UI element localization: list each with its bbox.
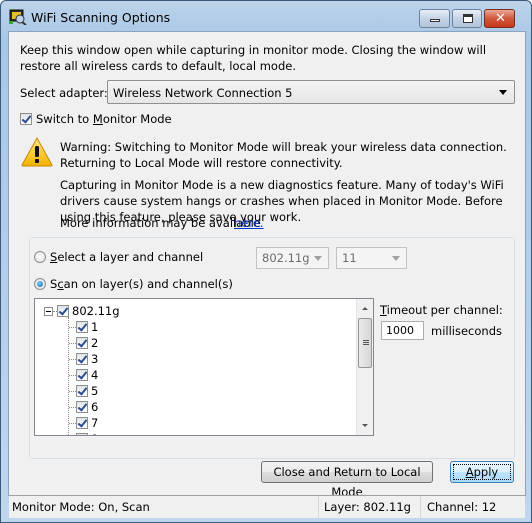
focus-rect (453, 464, 511, 480)
chevron-down-icon (499, 90, 507, 95)
adapter-select-value: Wireless Network Connection 5 (113, 86, 293, 100)
tree-connector (69, 343, 76, 344)
tree-connector (69, 375, 76, 376)
timeout-unit-label: milliseconds (431, 324, 502, 338)
maximize-button[interactable] (452, 9, 482, 28)
layer-select[interactable]: 802.11g (256, 247, 329, 269)
channel-checkbox[interactable] (76, 385, 88, 397)
status-divider (420, 496, 421, 518)
tree-connector (69, 359, 76, 360)
label-text: onitor Mode (102, 112, 172, 126)
close-return-local-button[interactable]: Close and Return to Local Mode (261, 461, 433, 499)
timeout-label: Timeout per channel: (380, 303, 503, 317)
monitor-mode-checkbox[interactable] (20, 113, 32, 125)
channel-checkbox[interactable] (76, 369, 88, 381)
warning-icon (21, 137, 53, 167)
channel-checkbox[interactable] (76, 433, 88, 435)
grip-icon (363, 342, 369, 343)
channel-checkbox[interactable] (76, 401, 88, 413)
wifi-scanning-options-window: WiFi Scanning Options ✕ Keep this window… (0, 0, 532, 523)
intro-text: Keep this window open while capturing in… (20, 43, 487, 73)
channel-label[interactable]: 6 (91, 399, 98, 415)
tree-connector (69, 391, 76, 392)
maximize-icon (463, 14, 473, 23)
status-layer: Layer: 802.11g (324, 500, 411, 514)
channel-checkbox[interactable] (76, 337, 88, 349)
network-monitor-icon (9, 9, 27, 25)
grip-icon (363, 344, 369, 345)
close-icon: ✕ (495, 11, 506, 26)
channel-checkbox[interactable] (76, 321, 88, 333)
scroll-down-icon[interactable] (362, 424, 368, 427)
label-text: imeout per channel: (386, 303, 503, 317)
grip-icon (363, 340, 369, 341)
status-divider (318, 496, 319, 518)
channel-label[interactable]: 1 (91, 319, 98, 335)
warning-text: Warning: Switching to Monitor Mode will … (60, 140, 507, 170)
tree-connector (68, 317, 69, 435)
more-info-link[interactable]: here. (234, 216, 264, 230)
channel-label[interactable]: 4 (91, 367, 98, 383)
adapter-select[interactable]: Wireless Network Connection 5 (107, 80, 515, 104)
accelerator-key: T (380, 303, 387, 317)
channel-checkbox[interactable] (76, 353, 88, 365)
collapse-icon[interactable] (44, 307, 53, 316)
label-text: elect a layer and channel (57, 250, 204, 264)
tree-root-label[interactable]: 802.11g (72, 303, 120, 319)
layer-select-value: 802.11g (262, 251, 310, 265)
scroll-up-icon[interactable] (362, 307, 368, 310)
accelerator-key: M (92, 112, 103, 126)
tree-connector (69, 327, 76, 328)
tree-connector (69, 407, 76, 408)
chevron-down-icon (392, 256, 400, 261)
status-channel: Channel: 12 (427, 500, 497, 514)
label-text: Switch to (36, 112, 93, 126)
select-layer-radio[interactable] (34, 251, 46, 263)
close-window-button[interactable]: ✕ (484, 9, 515, 28)
channel-select-value: 11 (342, 251, 357, 265)
channel-checkbox[interactable] (76, 417, 88, 429)
scan-radio[interactable] (34, 278, 46, 290)
title-bar[interactable]: WiFi Scanning Options ✕ (1, 1, 531, 31)
status-mode: Monitor Mode: On, Scan (12, 500, 150, 514)
tree-scrollbar[interactable] (356, 299, 373, 435)
status-bar: Monitor Mode: On, Scan Layer: 802.11g Ch… (9, 495, 525, 518)
monitor-mode-label[interactable]: Switch to Monitor Mode (36, 112, 172, 126)
channel-label[interactable]: 3 (91, 351, 98, 367)
minimize-button[interactable] (419, 9, 450, 28)
more-info-text: More information may be available (60, 216, 261, 230)
scrollbar-thumb[interactable] (358, 318, 372, 368)
dialog-body: Keep this window open while capturing in… (8, 31, 526, 518)
label-text: an on layer(s) and channel(s) (63, 277, 233, 291)
tree-connector (69, 423, 76, 424)
apply-button[interactable]: Apply (450, 461, 514, 483)
channel-label[interactable]: 7 (91, 415, 98, 431)
tree-root-checkbox[interactable] (57, 305, 69, 317)
scan-label[interactable]: Scan on layer(s) and channel(s) (50, 277, 233, 291)
window-title: WiFi Scanning Options (31, 10, 171, 25)
channel-tree[interactable]: 802.11g 12345678 (34, 298, 374, 436)
minimize-icon (430, 19, 440, 22)
adapter-label: Select adapter: (20, 86, 108, 100)
chevron-down-icon (314, 256, 322, 261)
select-layer-label[interactable]: Select a layer and channel (50, 250, 203, 264)
channel-label[interactable]: 5 (91, 383, 98, 399)
channel-label[interactable]: 2 (91, 335, 98, 351)
timeout-input[interactable]: 1000 (381, 321, 424, 340)
channel-select[interactable]: 11 (336, 247, 407, 269)
channel-label[interactable]: 8 (91, 431, 98, 435)
